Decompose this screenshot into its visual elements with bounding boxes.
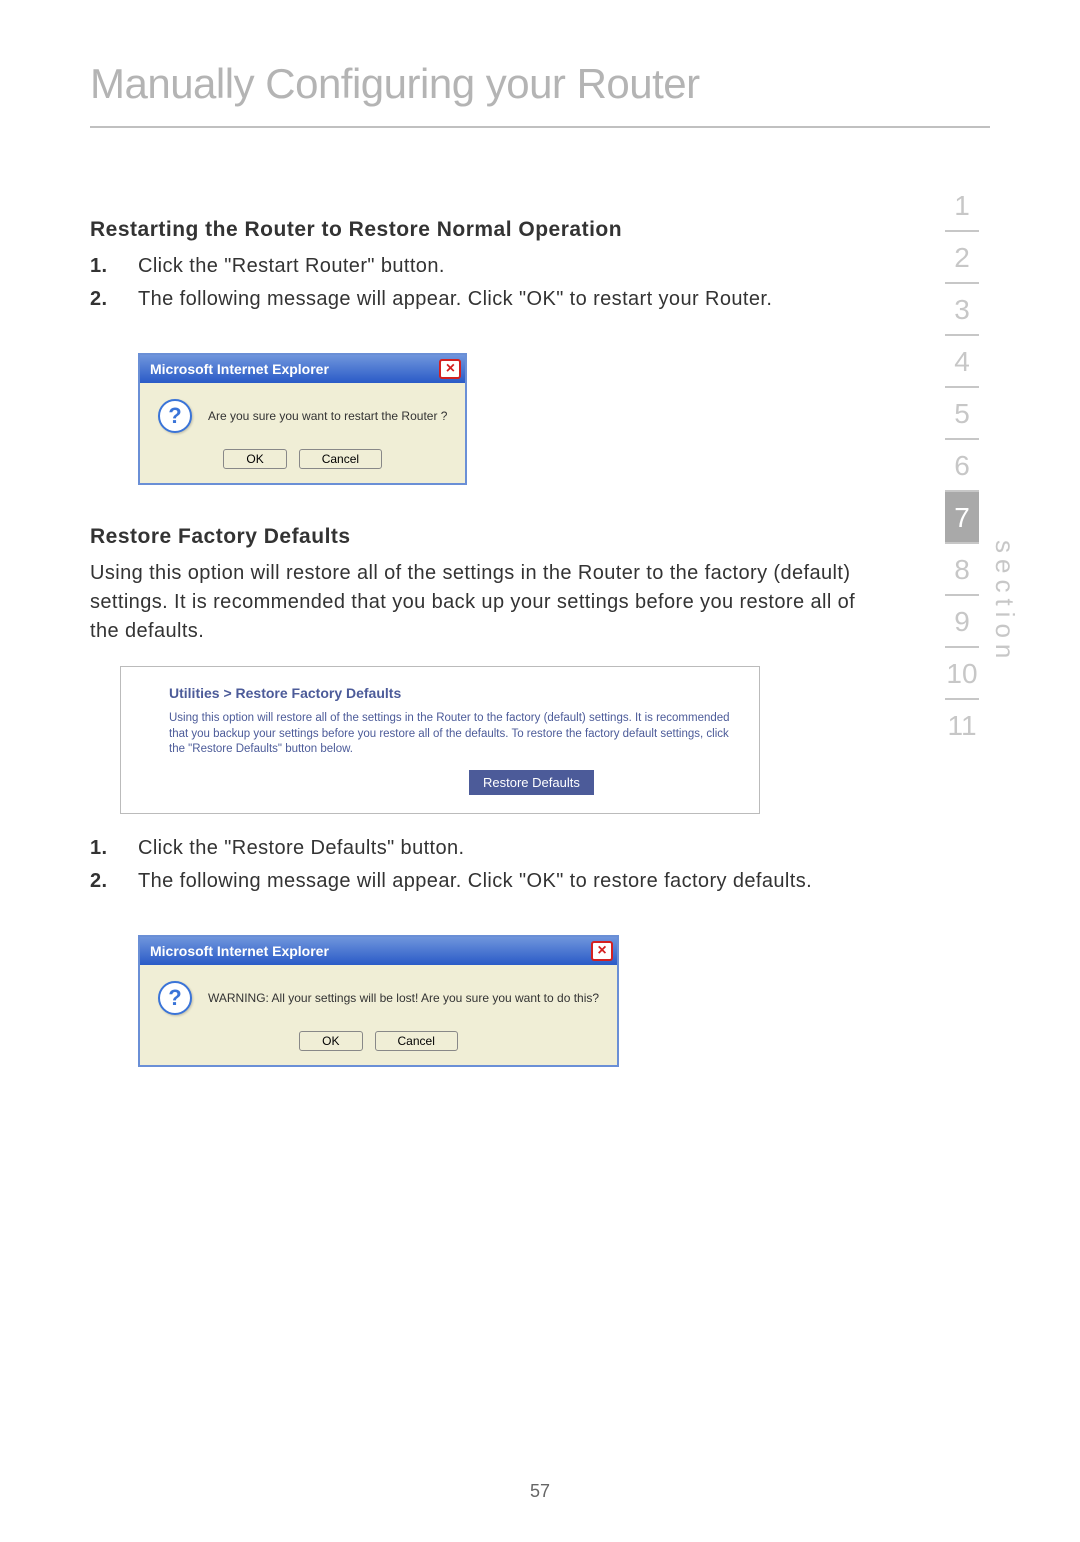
- list-item: 1.Click the "Restore Defaults" button.: [90, 834, 890, 863]
- section-link-7-active[interactable]: 7: [945, 492, 979, 544]
- restore-steps: 1.Click the "Restore Defaults" button. 2…: [90, 834, 890, 896]
- step-number: 1.: [90, 834, 138, 863]
- list-item: 2.The following message will appear. Cli…: [90, 867, 890, 896]
- dialog-message: Are you sure you want to restart the Rou…: [208, 409, 447, 423]
- section-nav: 1 2 3 4 5 6 7 8 9 10 11 section: [945, 180, 1020, 750]
- section-link-10[interactable]: 10: [945, 648, 979, 700]
- dialog-title: Microsoft Internet Explorer: [150, 943, 329, 959]
- panel-breadcrumb: Utilities > Restore Factory Defaults: [169, 685, 731, 701]
- dialog-titlebar: Microsoft Internet Explorer ×: [140, 355, 465, 383]
- section-label: section: [989, 540, 1020, 664]
- cancel-button[interactable]: Cancel: [299, 449, 382, 469]
- question-icon: ?: [158, 981, 192, 1015]
- utilities-panel: Utilities > Restore Factory Defaults Usi…: [120, 666, 760, 814]
- ok-button[interactable]: OK: [299, 1031, 362, 1051]
- close-icon: ×: [446, 361, 455, 377]
- close-icon: ×: [597, 943, 606, 959]
- section-link-5[interactable]: 5: [945, 388, 979, 440]
- step-text: The following message will appear. Click…: [138, 867, 812, 896]
- section-link-4[interactable]: 4: [945, 336, 979, 388]
- section-link-1[interactable]: 1: [945, 180, 979, 232]
- ok-button[interactable]: OK: [223, 449, 286, 469]
- close-button[interactable]: ×: [591, 941, 613, 961]
- page-number: 57: [0, 1481, 1080, 1502]
- heading-restore-defaults: Restore Factory Defaults: [90, 525, 890, 549]
- page-title: Manually Configuring your Router: [90, 60, 990, 128]
- dialog-title: Microsoft Internet Explorer: [150, 361, 329, 377]
- step-number: 2.: [90, 285, 138, 314]
- section-link-6[interactable]: 6: [945, 440, 979, 492]
- heading-restart: Restarting the Router to Restore Normal …: [90, 218, 890, 242]
- restore-intro-text: Using this option will restore all of th…: [90, 559, 890, 646]
- step-number: 2.: [90, 867, 138, 896]
- dialog-titlebar: Microsoft Internet Explorer ×: [140, 937, 617, 965]
- list-item: 2.The following message will appear. Cli…: [90, 285, 890, 314]
- dialog-restart-confirm: Microsoft Internet Explorer × ? Are you …: [138, 353, 467, 485]
- section-numbers: 1 2 3 4 5 6 7 8 9 10 11: [945, 180, 979, 750]
- step-text: The following message will appear. Click…: [138, 285, 772, 314]
- cancel-button[interactable]: Cancel: [375, 1031, 458, 1051]
- section-link-9[interactable]: 9: [945, 596, 979, 648]
- dialog-message: WARNING: All your settings will be lost!…: [208, 991, 599, 1005]
- dialog-restore-warning: Microsoft Internet Explorer × ? WARNING:…: [138, 935, 619, 1067]
- section-link-3[interactable]: 3: [945, 284, 979, 336]
- restart-steps: 1.Click the "Restart Router" button. 2.T…: [90, 252, 890, 314]
- close-button[interactable]: ×: [439, 359, 461, 379]
- section-link-8[interactable]: 8: [945, 544, 979, 596]
- main-content: Restarting the Router to Restore Normal …: [90, 218, 990, 1107]
- question-icon: ?: [158, 399, 192, 433]
- step-text: Click the "Restart Router" button.: [138, 252, 445, 281]
- step-number: 1.: [90, 252, 138, 281]
- section-link-11[interactable]: 11: [945, 700, 979, 750]
- list-item: 1.Click the "Restart Router" button.: [90, 252, 890, 281]
- section-link-2[interactable]: 2: [945, 232, 979, 284]
- restore-defaults-button[interactable]: Restore Defaults: [469, 770, 594, 795]
- step-text: Click the "Restore Defaults" button.: [138, 834, 465, 863]
- panel-text: Using this option will restore all of th…: [169, 711, 731, 758]
